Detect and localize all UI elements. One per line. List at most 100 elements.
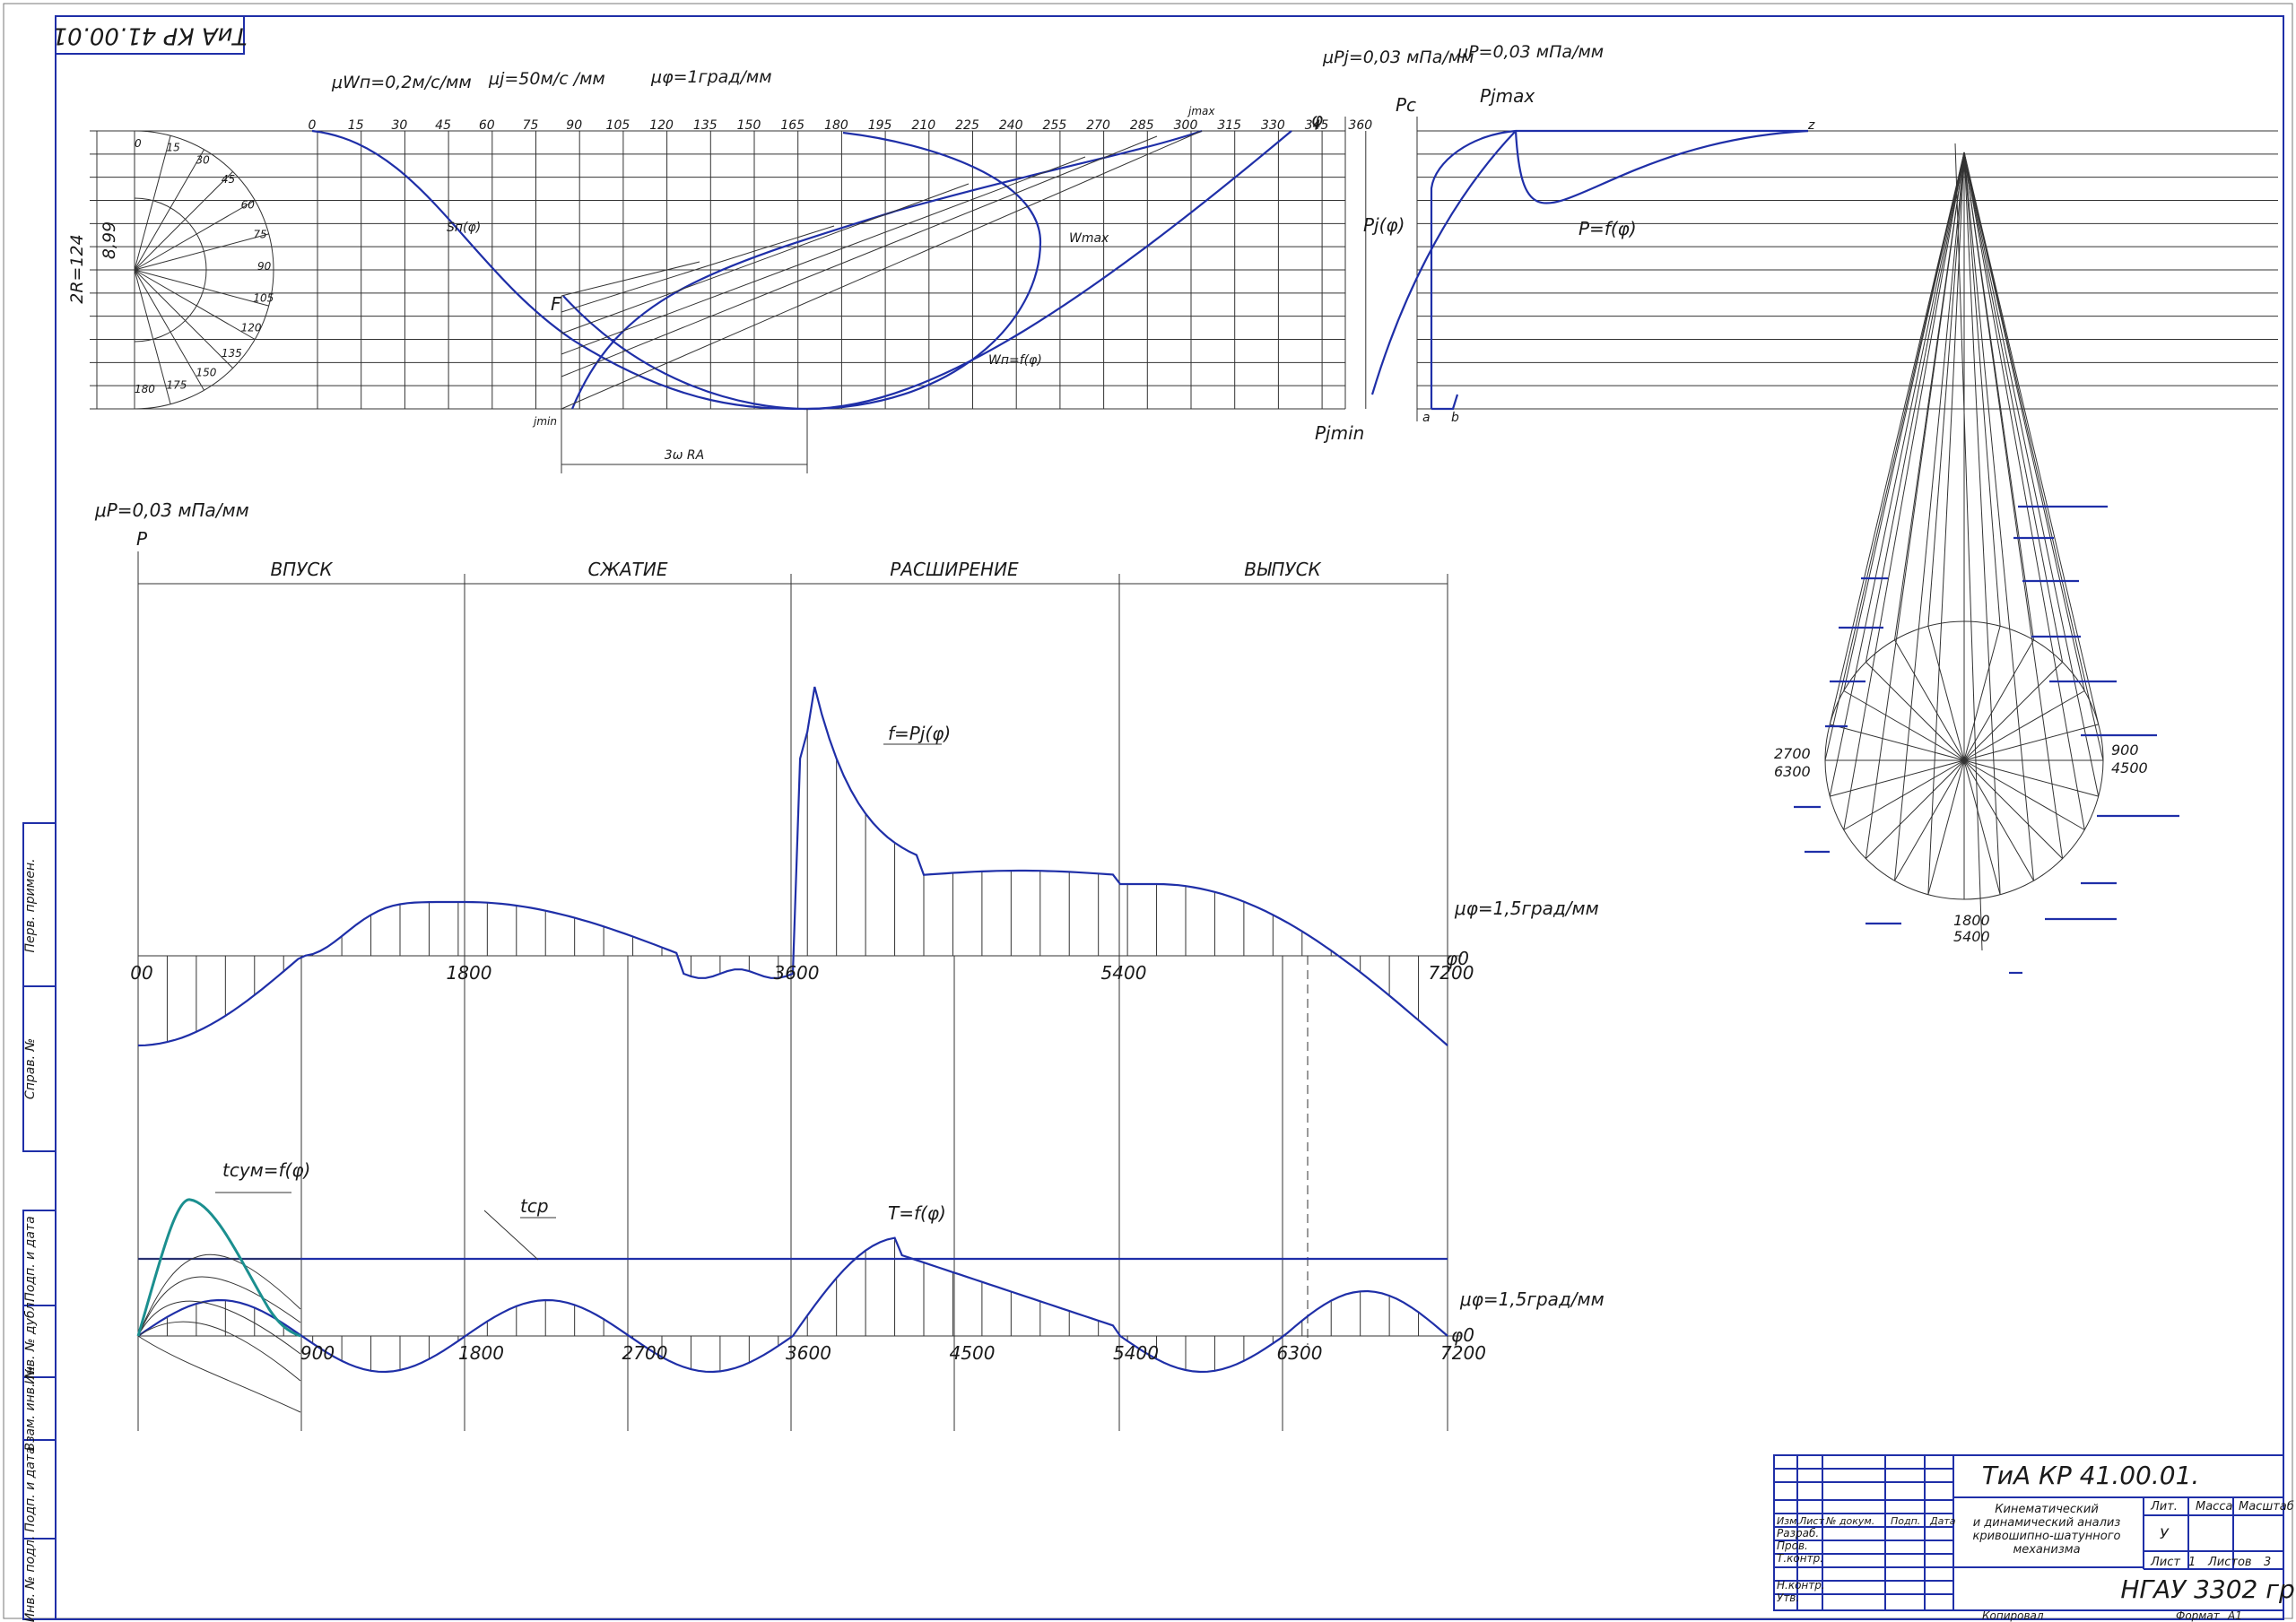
angle-tick-label: 45 (435, 118, 451, 133)
scale-pj-label: μPj=0,03 мПа/мм (1322, 48, 1474, 67)
hdr-mass: Масса (2196, 1500, 2232, 1514)
crank-angle-label: 180 (135, 383, 155, 395)
polar-cone-line (1894, 152, 1965, 881)
bottom-tick-label: 7200 (1440, 1342, 1486, 1364)
polar-cone-line (1963, 152, 2064, 663)
org-name: НГАУ 3302 гр. (2120, 1574, 2296, 1604)
label-s: Sп(φ) (447, 221, 481, 235)
bottom-torque-diagram: tср T=f(φ) tсум=f(φ) μφ=1,5град/мм φ0 90… (136, 1159, 1605, 1431)
angle-tick-label: 330 (1261, 118, 1285, 133)
label-f: F (551, 293, 561, 315)
angle-tick-label: 240 (999, 118, 1023, 133)
angle-tick-label: 150 (737, 118, 761, 133)
label-pj-phi: Pj(φ) (1363, 214, 1405, 236)
label-pjmax: Pjmax (1480, 85, 1535, 107)
middle-axis-p: P (136, 528, 148, 550)
crank-angle-label: 175 (166, 378, 187, 391)
pressure-curve-exhaust (1431, 394, 1459, 411)
drawing-sheet: ТиА КР 41.00.01 μWп=0,2м/с/мм μj=50м/с /… (3, 3, 2296, 1622)
polar-ray (1927, 626, 1965, 761)
polar-ray (1963, 690, 2085, 761)
angle-tick-label: 300 (1174, 118, 1198, 133)
crank-angle-label: 0 (135, 137, 142, 150)
label-b: b (1451, 411, 1459, 425)
label-w: Wп=f(φ) (988, 353, 1042, 368)
polar-ray (1843, 690, 1965, 761)
middle-scale-p: μP=0,03 мПа/мм (94, 499, 249, 521)
scale-phi-label: μφ=1град/мм (650, 67, 772, 87)
label-jmin: jmin (532, 415, 557, 428)
label-pc: Pc (1396, 94, 1416, 116)
col-podp: Подп. (1891, 1515, 1920, 1527)
crank-angle-label: 150 (196, 367, 217, 379)
title-code: ТиА КР 41.00.01. (1982, 1461, 2200, 1490)
polar-cone-line (1963, 152, 2100, 797)
crank-angle-label: 105 (253, 291, 274, 304)
angle-tick-label: 165 (780, 118, 804, 133)
angle-tick-label: 135 (693, 118, 718, 133)
phase-exhaust: ВЫПУСК (1244, 559, 1321, 580)
polar-ray (1830, 724, 1965, 761)
format-value: А1 (2227, 1609, 2242, 1622)
bottom-tick-label: 2700 (622, 1342, 668, 1364)
polar-force-diagram: 2700 6300 900 4500 1800 5400 (1774, 143, 2179, 975)
sheet-label: Лист (2150, 1556, 2180, 1569)
side-stamp-7: Инв. № подл. (23, 1536, 38, 1622)
angle-tick-label: 315 (1217, 118, 1241, 133)
label-p-f: P=f(φ) (1578, 218, 1637, 239)
angle-tick-label: 210 (911, 118, 935, 133)
polar-ray (1963, 662, 2063, 761)
title-line-3: кривошипно-шатунного (1972, 1530, 2120, 1543)
top-grid-lines (90, 130, 2278, 410)
middle-tick-label: 00 (130, 962, 152, 984)
polar-ray (1963, 724, 2099, 761)
middle-tick-label: 5400 (1101, 962, 1147, 984)
side-stamp-1: Перв. примен. (23, 858, 38, 952)
col-data: Дата (1929, 1515, 1956, 1527)
crank-angle-label: 90 (257, 260, 272, 273)
middle-scale-phi: μφ=1,5град/мм (1454, 898, 1599, 919)
phase-separators (137, 574, 1448, 1431)
bottom-tick-label: 3600 (786, 1342, 831, 1364)
angle-tick-label: 270 (1086, 118, 1110, 133)
polar-ray (1843, 759, 1965, 830)
col-doc: № докум. (1825, 1515, 1874, 1527)
polar-cone-line (1963, 152, 2064, 859)
polar-cone-line (1843, 152, 1965, 691)
title-block: ТиА КР 41.00.01. Кинематический и динами… (1773, 1454, 2296, 1622)
crank-ray (134, 269, 204, 391)
scale-j-label: μj=50м/с /мм (488, 69, 605, 89)
bottom-tick-labels: 900 1800 2700 3600 4500 5400 6300 7200 (300, 1342, 1486, 1364)
col-list: Лист (1798, 1515, 1824, 1527)
crank-angle-label: 15 (166, 142, 179, 154)
phase-intake: ВПУСК (270, 559, 333, 580)
polar-ray (1963, 759, 2085, 830)
sheets-num: 3 (2264, 1556, 2271, 1569)
polar-cone-line (1963, 152, 2034, 881)
title-line-2: и динамический анализ (1973, 1516, 2121, 1530)
row-tkontr: Т.контр. (1777, 1552, 1823, 1565)
crank-angle-label: 120 (241, 322, 262, 334)
title-line-4: механизма (2013, 1543, 2080, 1557)
polar-ray (1963, 626, 2001, 761)
crank-angle-label: 45 (222, 173, 235, 186)
mean-torque-label: tср (520, 1195, 549, 1217)
crank-ray (134, 269, 269, 307)
sheet-num: 1 (2188, 1556, 2196, 1569)
side-stamp-3: Подп. и дата (23, 1216, 38, 1301)
polar-axis (1954, 143, 1983, 951)
polar-cone-line (1963, 152, 2104, 761)
angle-tick-label: 60 (479, 118, 495, 133)
dim-3wra: 3ω RA (665, 448, 704, 463)
angle-tick-label: 120 (649, 118, 674, 133)
phase-expansion: РАСШИРЕНИЕ (890, 559, 1019, 580)
side-stamp-2: Справ. № (23, 1038, 38, 1099)
polar-ray (1894, 639, 1965, 761)
row-utv: Утв. (1777, 1592, 1799, 1604)
crank-angle-label: 75 (253, 229, 266, 241)
angle-tick-label: 180 (824, 118, 848, 133)
angle-tick-label: 105 (606, 118, 631, 133)
angle-tick-label: 285 (1130, 118, 1154, 133)
label-jmax: jmax (1187, 105, 1215, 117)
tsum-construction (137, 1253, 301, 1413)
